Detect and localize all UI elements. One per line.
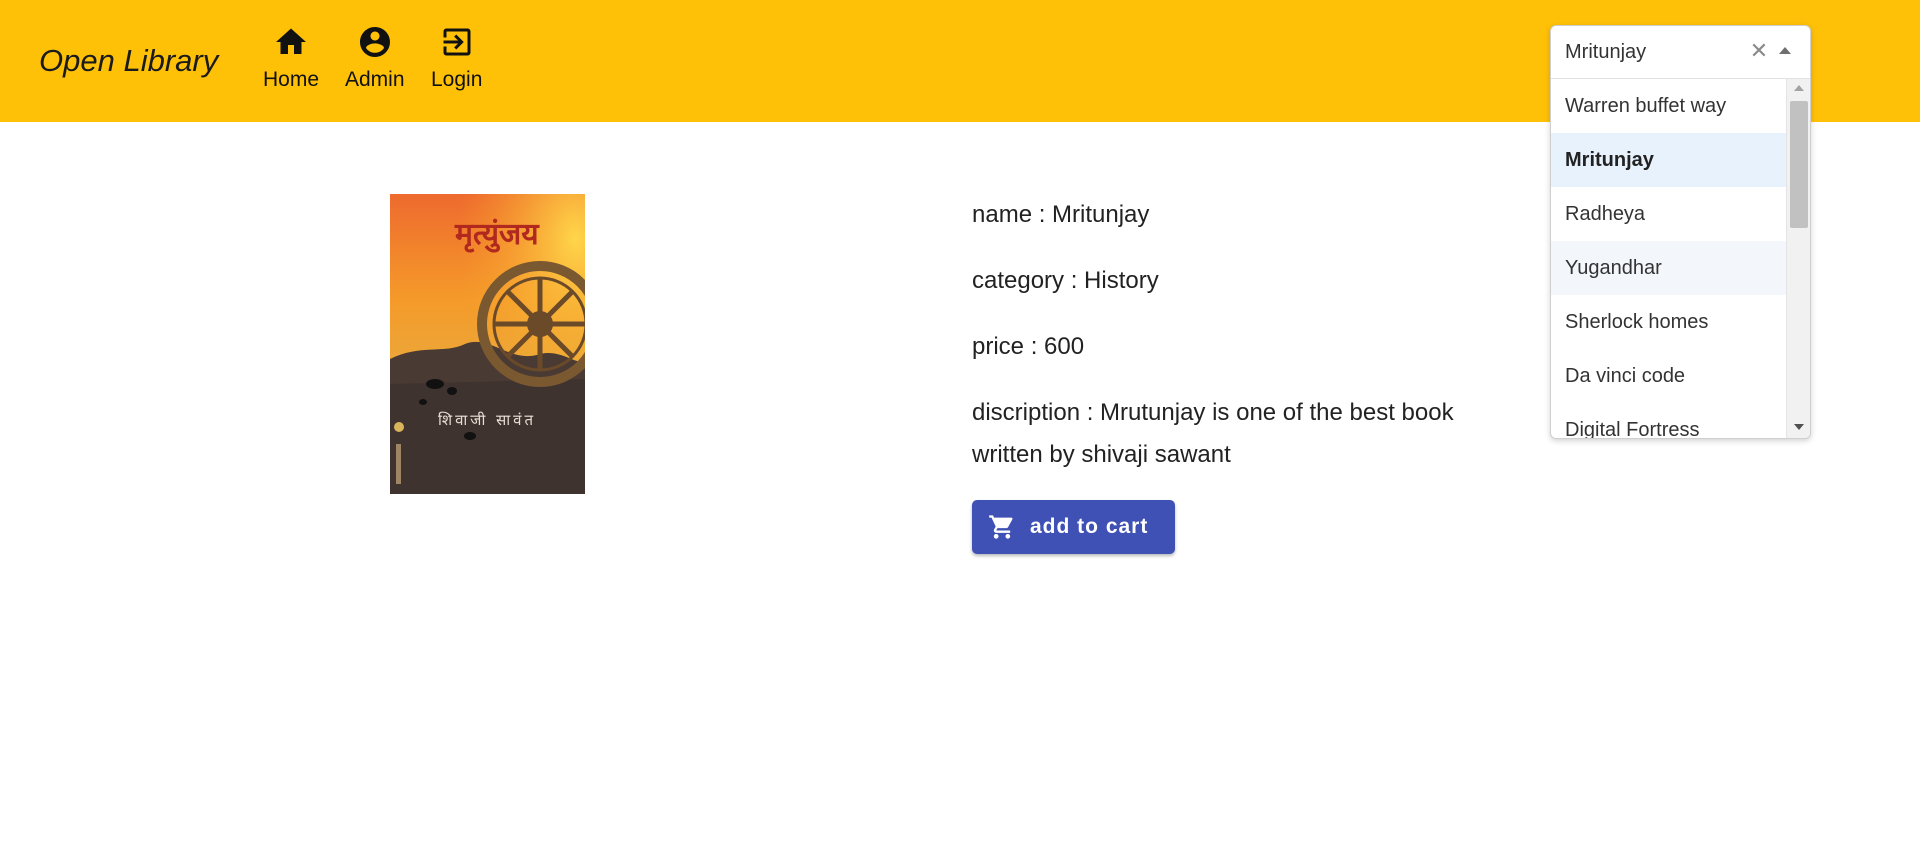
option-yugandhar[interactable]: Yugandhar	[1551, 241, 1786, 295]
search-input[interactable]	[1565, 40, 1745, 64]
home-icon	[276, 28, 307, 54]
book-search-autocomplete[interactable]: ✕ Warren buffet way Mritunjay Radheya Yu…	[1550, 25, 1811, 439]
close-icon[interactable]: ✕	[1745, 37, 1773, 65]
search-input-row: ✕	[1551, 26, 1810, 79]
book-cover-art: मृत्युंजय शिवाजी सावंत	[390, 194, 585, 494]
nav-admin[interactable]: Admin	[345, 24, 405, 104]
nav-home-label: Home	[263, 68, 320, 91]
option-da-vinci-code[interactable]: Da vinci code	[1551, 349, 1786, 403]
shopping-cart-icon	[989, 515, 1013, 539]
nav-login-label: Login	[431, 68, 483, 91]
book-price: price : 600	[972, 333, 1085, 360]
scrollbar-thumb[interactable]	[1790, 101, 1808, 228]
scroll-down-arrow-icon[interactable]	[1794, 424, 1804, 430]
account-circle-icon	[359, 27, 390, 57]
brand-title[interactable]: Open Library	[39, 43, 218, 79]
cover-title-text: मृत्युंजय	[454, 217, 540, 253]
option-warren-buffet-way[interactable]: Warren buffet way	[1551, 79, 1786, 133]
nav-login[interactable]: Login	[431, 24, 482, 104]
option-mritunjay[interactable]: Mritunjay	[1551, 133, 1786, 187]
cover-author-text: शिवाजी सावंत	[438, 411, 536, 429]
add-to-cart-label: add to cart	[1030, 515, 1149, 538]
arrow-up-icon[interactable]	[1779, 47, 1791, 54]
option-digital-fortress[interactable]: Digital Fortress	[1551, 403, 1786, 438]
option-sherlock-homes[interactable]: Sherlock homes	[1551, 295, 1786, 349]
book-details: name : Mritunjay category : History pric…	[972, 194, 1492, 490]
book-name: name : Mritunjay	[972, 201, 1150, 228]
nav-admin-label: Admin	[345, 68, 405, 91]
add-to-cart-button[interactable]: add to cart	[972, 500, 1175, 554]
option-radheya[interactable]: Radheya	[1551, 187, 1786, 241]
nav-home[interactable]: Home	[263, 24, 319, 104]
scroll-up-arrow-icon[interactable]	[1794, 85, 1804, 91]
book-description: discription : Mrutunjay is one of the be…	[972, 399, 1454, 468]
options-scrollbar[interactable]	[1786, 79, 1810, 438]
options-listbox: Warren buffet way Mritunjay Radheya Yuga…	[1551, 79, 1786, 438]
book-cover-image: मृत्युंजय शिवाजी सावंत	[390, 194, 585, 494]
book-category: category : History	[972, 267, 1159, 294]
login-icon	[443, 28, 471, 56]
